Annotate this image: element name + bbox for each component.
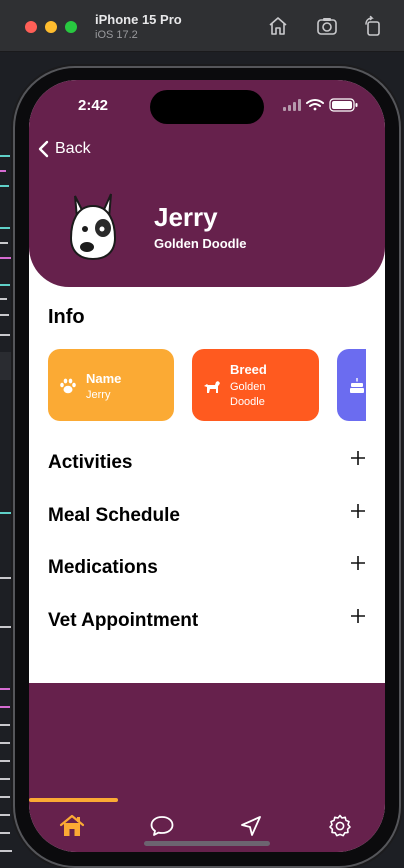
section-label: Meal Schedule: [48, 505, 180, 526]
home-icon[interactable]: [59, 813, 85, 839]
section-activities[interactable]: Activities: [48, 450, 366, 478]
status-icons: [283, 98, 358, 112]
section-meal-schedule[interactable]: Meal Schedule: [48, 503, 366, 531]
minimize-window-button[interactable]: [45, 21, 57, 33]
back-button[interactable]: Back: [37, 138, 91, 160]
home-icon[interactable]: [267, 15, 289, 37]
section-label: Vet Appointment: [48, 610, 199, 631]
tab-bar: [29, 683, 385, 852]
pet-name: Jerry: [154, 202, 218, 232]
card-value: Jerry: [86, 389, 111, 401]
info-card-name[interactable]: Name Jerry: [48, 349, 174, 421]
rotate-icon[interactable]: [362, 15, 384, 37]
add-vet-appointment-icon[interactable]: [350, 608, 366, 624]
dynamic-island: [150, 90, 264, 124]
card-value: Golden Doodle: [230, 381, 266, 408]
settings-icon[interactable]: [327, 813, 353, 839]
wifi-icon: [306, 99, 324, 111]
section-label: Medications: [48, 557, 158, 578]
add-medication-icon[interactable]: [350, 555, 366, 571]
add-meal-icon[interactable]: [350, 503, 366, 519]
home-indicator: [144, 841, 270, 846]
status-time: 2:42: [78, 97, 109, 114]
dog-avatar-icon: [69, 193, 117, 261]
close-window-button[interactable]: [25, 21, 37, 33]
add-activity-icon[interactable]: [350, 450, 366, 466]
info-card-birthday[interactable]: [337, 349, 366, 421]
simulator-device-name: iPhone 15 Pro: [95, 12, 182, 27]
cake-icon: [350, 378, 364, 393]
signal-icon: [283, 99, 301, 111]
info-card-breed[interactable]: Breed Golden Doodle: [192, 349, 319, 421]
chevron-left-icon: [38, 140, 49, 158]
screenshot-icon[interactable]: [316, 15, 338, 37]
info-title: Info: [48, 306, 85, 328]
pet-breed: Golden Doodle: [154, 236, 247, 251]
info-cards[interactable]: Name Jerry Breed Golden Doodle: [48, 349, 366, 421]
chat-icon[interactable]: [149, 813, 175, 839]
section-medications[interactable]: Medications: [48, 555, 366, 583]
app-screen: 2:42 Back Jerry Golden Doodle Info Name …: [29, 80, 385, 852]
pet-header: 2:42 Back Jerry Golden Doodle: [29, 80, 385, 287]
dog-icon: [204, 381, 220, 393]
navigation-icon[interactable]: [238, 813, 264, 839]
code-gutter-snippets: [0, 155, 12, 852]
section-vet-appointment[interactable]: Vet Appointment: [48, 608, 366, 636]
card-title: Breed: [230, 362, 267, 377]
zoom-window-button[interactable]: [65, 21, 77, 33]
battery-icon: [329, 98, 358, 112]
active-tab-indicator: [29, 798, 118, 802]
simulator-toolbar: iPhone 15 Pro iOS 17.2: [0, 0, 404, 52]
card-title: Name: [86, 371, 122, 386]
back-label: Back: [55, 140, 91, 157]
paw-icon: [60, 378, 76, 394]
section-label: Activities: [48, 452, 133, 473]
simulator-os-version: iOS 17.2: [95, 29, 138, 41]
